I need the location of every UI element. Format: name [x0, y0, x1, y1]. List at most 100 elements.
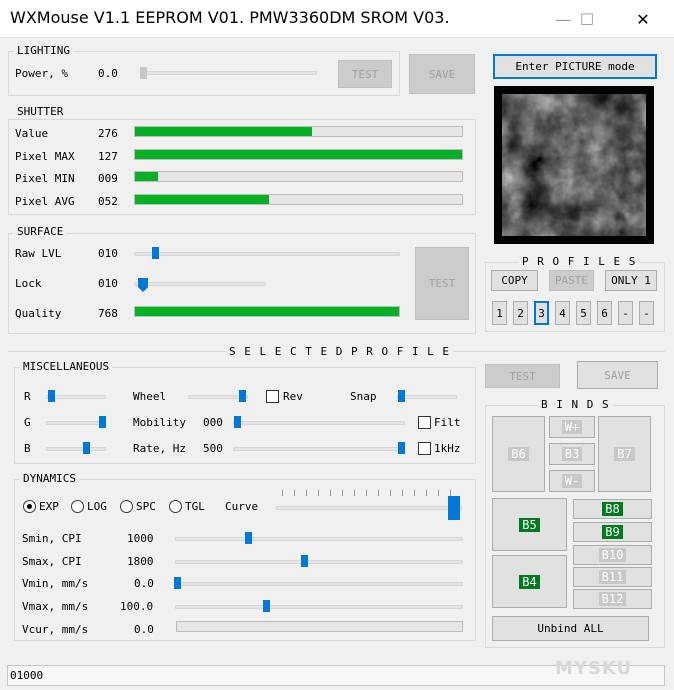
smin-slider-thumb[interactable]: [245, 532, 252, 544]
unbind-all-button[interactable]: Unbind ALL: [492, 616, 649, 641]
quality-bar: [134, 306, 400, 317]
bind-b3-button[interactable]: B3: [549, 443, 595, 465]
close-button[interactable]: ✕: [620, 0, 666, 38]
vcur-bar: [176, 621, 463, 632]
vmax-slider[interactable]: [175, 605, 463, 609]
vmin-slider-thumb[interactable]: [174, 577, 181, 589]
dyn-row-value: 1800: [127, 555, 154, 568]
smax-slider[interactable]: [175, 560, 463, 564]
b-slider[interactable]: [46, 447, 106, 451]
mode-log-radio[interactable]: [71, 500, 84, 513]
bind-b5-label: B5: [519, 517, 540, 532]
smin-slider[interactable]: [175, 537, 463, 541]
selected-profile-header: S E L E C T E D P R O F I L E: [226, 345, 454, 358]
r-slider-thumb[interactable]: [48, 390, 55, 402]
filt-checkbox[interactable]: [418, 416, 431, 429]
copy-profile-button[interactable]: COPY: [491, 270, 538, 291]
mode-spc-radio[interactable]: [120, 500, 133, 513]
profile-slot-button[interactable]: 2: [513, 301, 528, 325]
rate-slider[interactable]: [233, 447, 405, 451]
vmax-slider-thumb[interactable]: [263, 600, 270, 612]
raw-lvl-slider[interactable]: [134, 252, 400, 256]
snap-slider-thumb[interactable]: [398, 390, 405, 402]
bind-b11-label: B11: [598, 570, 627, 584]
picture-mode-button[interactable]: Enter PICTURE mode: [493, 54, 657, 79]
shutter-row-label: Pixel AVG: [15, 195, 75, 208]
b-slider-thumb[interactable]: [83, 442, 90, 454]
selected-profile-test-button[interactable]: TEST: [485, 364, 560, 388]
raw-lvl-slider-thumb[interactable]: [152, 247, 159, 259]
curve-label: Curve: [225, 500, 259, 513]
rate-slider-thumb[interactable]: [398, 442, 405, 454]
dyn-row-label: Vmax, mm/s: [22, 600, 89, 613]
mode-tgl-radio[interactable]: [169, 500, 182, 513]
mobility-slider-thumb[interactable]: [234, 416, 241, 428]
selected-profile-save-button[interactable]: SAVE: [577, 361, 658, 389]
bind-b8-button[interactable]: B8: [573, 499, 652, 519]
profiles-header: P R O F I L E S: [519, 255, 640, 268]
smax-slider-thumb[interactable]: [301, 555, 308, 567]
dyn-row-value: 0.0: [134, 577, 154, 590]
mode-exp-radio[interactable]: [23, 500, 36, 513]
g-slider[interactable]: [46, 421, 106, 425]
bind-b7-button[interactable]: B7: [598, 416, 651, 492]
power-slider-thumb[interactable]: [140, 67, 147, 79]
bind-b11-button[interactable]: B11: [573, 567, 652, 587]
profile-slot-button[interactable]: 3: [534, 301, 549, 325]
rev-checkbox[interactable]: [266, 390, 279, 403]
snap-label: Snap: [350, 390, 377, 403]
bind-b4-label: B4: [519, 574, 540, 589]
bind-wminus-label: W-: [561, 474, 583, 488]
wheel-slider-thumb[interactable]: [239, 390, 246, 402]
rate-value: 500: [203, 442, 223, 455]
bind-wminus-button[interactable]: W-: [549, 470, 595, 492]
profile-slot-button[interactable]: 4: [555, 301, 570, 325]
power-slider[interactable]: [140, 71, 317, 75]
g-slider-thumb[interactable]: [99, 416, 106, 428]
quality-label: Quality: [15, 307, 62, 320]
bind-b9-button[interactable]: B9: [573, 522, 652, 542]
bind-b12-button[interactable]: B12: [573, 589, 652, 609]
bind-b4-button[interactable]: B4: [492, 555, 567, 608]
curve-slider[interactable]: [276, 506, 462, 510]
vmin-slider[interactable]: [175, 582, 463, 586]
raw-lvl-label: Raw LVL: [15, 247, 62, 260]
shutter-row-value: 009: [98, 172, 118, 185]
profile-slot-button[interactable]: 5: [576, 301, 591, 325]
only-1-button[interactable]: ONLY 1: [605, 270, 657, 291]
snap-slider[interactable]: [397, 395, 457, 399]
curve-slider-ticks: [282, 490, 462, 496]
shutter-value-bar: [134, 126, 463, 137]
curve-slider-thumb[interactable]: [448, 496, 460, 520]
power-value: 0.0: [98, 67, 118, 80]
1khz-checkbox[interactable]: [418, 442, 431, 455]
bind-b8-label: B8: [602, 502, 623, 516]
pixel-min-bar: [134, 171, 463, 182]
profile-slot-button[interactable]: 6: [597, 301, 612, 325]
bind-b5-button[interactable]: B5: [492, 498, 567, 551]
maximize-button[interactable]: ☐: [564, 0, 610, 38]
lighting-save-button[interactable]: SAVE: [409, 54, 475, 94]
lock-slider[interactable]: [134, 282, 266, 286]
r-slider[interactable]: [46, 395, 106, 399]
surface-test-button[interactable]: TEST: [415, 247, 469, 320]
shutter-row-label: Value: [15, 127, 49, 140]
quality-value: 768: [98, 307, 118, 320]
lighting-group-label: LIGHTING: [14, 44, 73, 57]
dyn-row-value: 1000: [127, 532, 154, 545]
profile-slot-button[interactable]: 1: [492, 301, 507, 325]
dyn-row-label: Smax, CPI: [22, 555, 82, 568]
bind-b6-button[interactable]: B6: [492, 416, 545, 492]
profile-slot-button[interactable]: -: [618, 301, 633, 325]
lighting-test-button[interactable]: TEST: [338, 60, 392, 88]
mobility-slider[interactable]: [233, 421, 405, 425]
lock-label: Lock: [15, 277, 42, 290]
dyn-row-value: 100.0: [120, 600, 154, 613]
mode-exp-label: EXP: [39, 500, 59, 513]
profile-slot-button[interactable]: -: [639, 301, 654, 325]
bind-b10-button[interactable]: B10: [573, 545, 652, 565]
bind-wplus-button[interactable]: W+: [549, 416, 595, 438]
binds-header: B I N D S: [538, 398, 613, 411]
paste-profile-button[interactable]: PASTE: [549, 270, 594, 291]
misc-group-label: MISCELLANEOUS: [20, 360, 113, 373]
